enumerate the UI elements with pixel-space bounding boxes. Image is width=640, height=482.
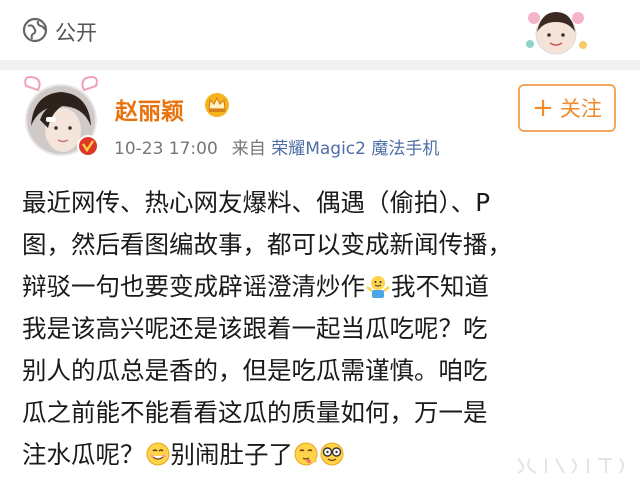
post-line: 瓜之前能不能看看这瓜的质量如何，万一是: [22, 398, 488, 427]
watermark-logo: [517, 458, 624, 474]
section-divider: [0, 60, 640, 70]
source-prefix: 来自: [231, 139, 266, 159]
post-line: 别人的瓜总是香的，但是吃瓜需谨慎。咱吃: [22, 356, 488, 385]
post-line: 图，然后看图编故事，都可以变成新闻传播，: [22, 230, 512, 259]
post-line-text: 辩驳一句也要变成辟谣澄清炒作: [22, 272, 365, 301]
shrug-emoji-icon: [366, 276, 390, 298]
source-device-link[interactable]: 荣耀Magic2 魔法手机: [271, 139, 439, 159]
follow-button[interactable]: + 关注: [518, 84, 616, 132]
post-visibility-bar: 公开: [0, 0, 640, 60]
post-meta: 10-23 17:00 来自 荣耀Magic2 魔法手机: [114, 134, 439, 159]
author-name[interactable]: 赵丽颖: [115, 92, 184, 126]
user-avatar-decorated[interactable]: [522, 4, 590, 58]
post-line-text: 别闹肚子了: [170, 440, 294, 469]
tease-emoji-icon: [294, 442, 318, 466]
post-line-text: 我不知道: [391, 272, 489, 301]
post-line: 最近网传、热心网友爆料、偶遇（偷拍）、P: [22, 188, 491, 217]
follow-label: 关注: [559, 97, 602, 121]
globe-icon: [22, 17, 48, 43]
plus-icon: +: [532, 93, 554, 123]
author-avatar[interactable]: [18, 74, 104, 160]
visibility-label[interactable]: 公开: [55, 17, 97, 47]
post-line: 辩驳一句也要变成辟谣澄清炒作 我不知道: [22, 266, 622, 308]
post-body: 最近网传、热心网友爆料、偶遇（偷拍）、P 图，然后看图编故事，都可以变成新闻传播…: [22, 182, 622, 476]
post-timestamp: 10-23 17:00: [114, 139, 218, 159]
verified-badge-icon: [77, 135, 99, 157]
nerd-glasses-emoji-icon: [320, 442, 344, 466]
post-line-text: 注水瓜呢？: [22, 440, 145, 469]
post-line: 我是该高兴呢还是该跟着一起当瓜吃呢？吃: [22, 314, 488, 343]
smile-emoji-icon: [146, 442, 169, 466]
crown-icon: [205, 93, 229, 117]
